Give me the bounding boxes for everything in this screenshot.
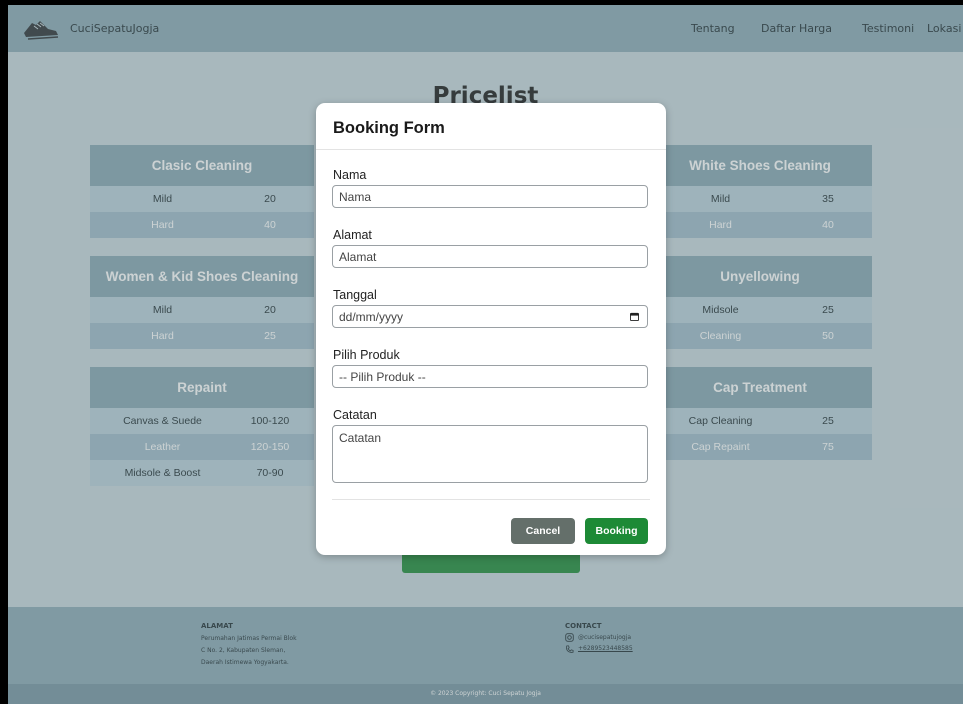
modal-footer-divider (332, 499, 650, 500)
tanggal-label: Tanggal (333, 288, 377, 302)
cancel-button[interactable]: Cancel (511, 518, 575, 544)
nama-label: Nama (333, 168, 367, 182)
alamat-label: Alamat (333, 228, 372, 242)
nama-input[interactable]: Nama (332, 185, 648, 208)
modal-header: Booking Form (316, 103, 666, 150)
booking-form-modal: Booking Form Nama Nama Alamat Alamat Tan… (316, 103, 666, 555)
alamat-input[interactable]: Alamat (332, 245, 648, 268)
modal-title: Booking Form (333, 119, 445, 137)
tanggal-date-input[interactable]: dd/mm/yyyy (332, 305, 648, 328)
tanggal-placeholder: dd/mm/yyyy (339, 310, 404, 324)
produk-label: Pilih Produk (333, 348, 400, 362)
produk-select[interactable]: -- Pilih Produk -- (332, 365, 648, 388)
booking-button[interactable]: Booking (585, 518, 648, 544)
catatan-label: Catatan (333, 408, 377, 422)
page-frame: CuciSepatuJogja Tentang Daftar Harga Tes… (8, 5, 963, 704)
calendar-icon[interactable] (630, 312, 639, 321)
catatan-textarea[interactable]: Catatan (332, 425, 648, 483)
